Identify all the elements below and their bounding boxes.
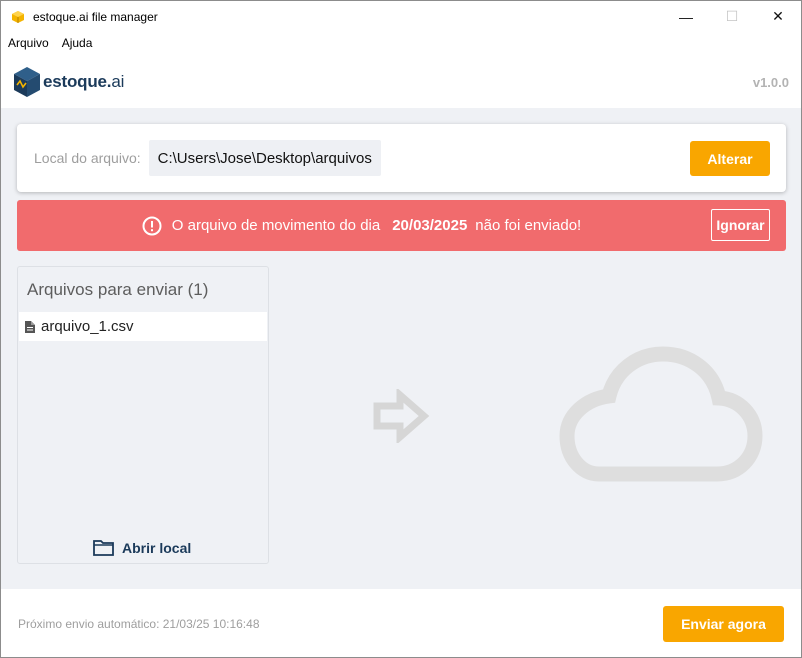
app-box-icon bbox=[12, 10, 24, 23]
next-send-status: Próximo envio automático: 21/03/25 10:16… bbox=[18, 617, 260, 631]
logo-cube-icon bbox=[14, 67, 40, 97]
title-bar[interactable]: estoque.ai file manager — ☐ ✕ bbox=[1, 1, 801, 32]
open-local-label: Abrir local bbox=[122, 539, 192, 556]
logo-suffix: ai bbox=[111, 72, 125, 91]
main-content: Local do arquivo: C:\Users\Jose\Desktop\… bbox=[1, 108, 801, 589]
close-button[interactable]: ✕ bbox=[755, 1, 801, 32]
folder-icon bbox=[93, 540, 114, 556]
logo-main: estoque bbox=[43, 72, 107, 91]
maximize-button[interactable]: ☐ bbox=[709, 1, 755, 32]
alert-date: 20/03/2025 bbox=[392, 217, 468, 234]
send-now-button[interactable]: Enviar agora bbox=[663, 606, 784, 642]
minimize-button[interactable]: — bbox=[663, 1, 709, 32]
menu-item-arquivo[interactable]: Arquivo bbox=[2, 36, 55, 50]
logo-text: estoque.ai bbox=[43, 72, 124, 92]
menu-bar: Arquivo Ajuda bbox=[1, 32, 801, 54]
files-panel-title: Arquivos para enviar (1) bbox=[27, 280, 209, 299]
app-header: estoque.ai v1.0.0 bbox=[1, 56, 801, 108]
change-location-button[interactable]: Alterar bbox=[690, 141, 770, 176]
missing-file-alert: O arquivo de movimento do dia 20/03/2025… bbox=[17, 200, 786, 251]
file-name: arquivo_1.csv bbox=[41, 318, 134, 335]
app-window: estoque.ai file manager — ☐ ✕ Arquivo Aj… bbox=[0, 0, 802, 658]
open-local-button[interactable]: Abrir local bbox=[93, 539, 191, 556]
ignore-button[interactable]: Ignorar bbox=[711, 209, 770, 241]
file-location-value: C:\Users\Jose\Desktop\arquivos bbox=[148, 140, 381, 176]
arrow-right-icon bbox=[373, 389, 430, 443]
window-title: estoque.ai file manager bbox=[33, 9, 158, 24]
file-icon bbox=[25, 320, 35, 333]
menu-item-ajuda[interactable]: Ajuda bbox=[56, 36, 99, 50]
file-location-label: Local do arquivo: bbox=[34, 150, 141, 166]
alert-text-after: não foi enviado! bbox=[475, 217, 582, 234]
list-item[interactable]: arquivo_1.csv bbox=[19, 312, 267, 341]
alert-text-before: O arquivo de movimento do dia bbox=[171, 217, 381, 234]
version-label: v1.0.0 bbox=[752, 74, 789, 90]
logo: estoque.ai bbox=[13, 66, 124, 98]
exclamation-circle-icon bbox=[142, 216, 162, 235]
window-controls: — ☐ ✕ bbox=[663, 1, 801, 32]
cloud-icon bbox=[559, 346, 763, 482]
file-location-card: Local do arquivo: C:\Users\Jose\Desktop\… bbox=[17, 124, 786, 192]
footer: Próximo envio automático: 21/03/25 10:16… bbox=[1, 589, 801, 657]
files-to-send-panel: Arquivos para enviar (1) arquivo_1.csv A… bbox=[17, 266, 269, 564]
